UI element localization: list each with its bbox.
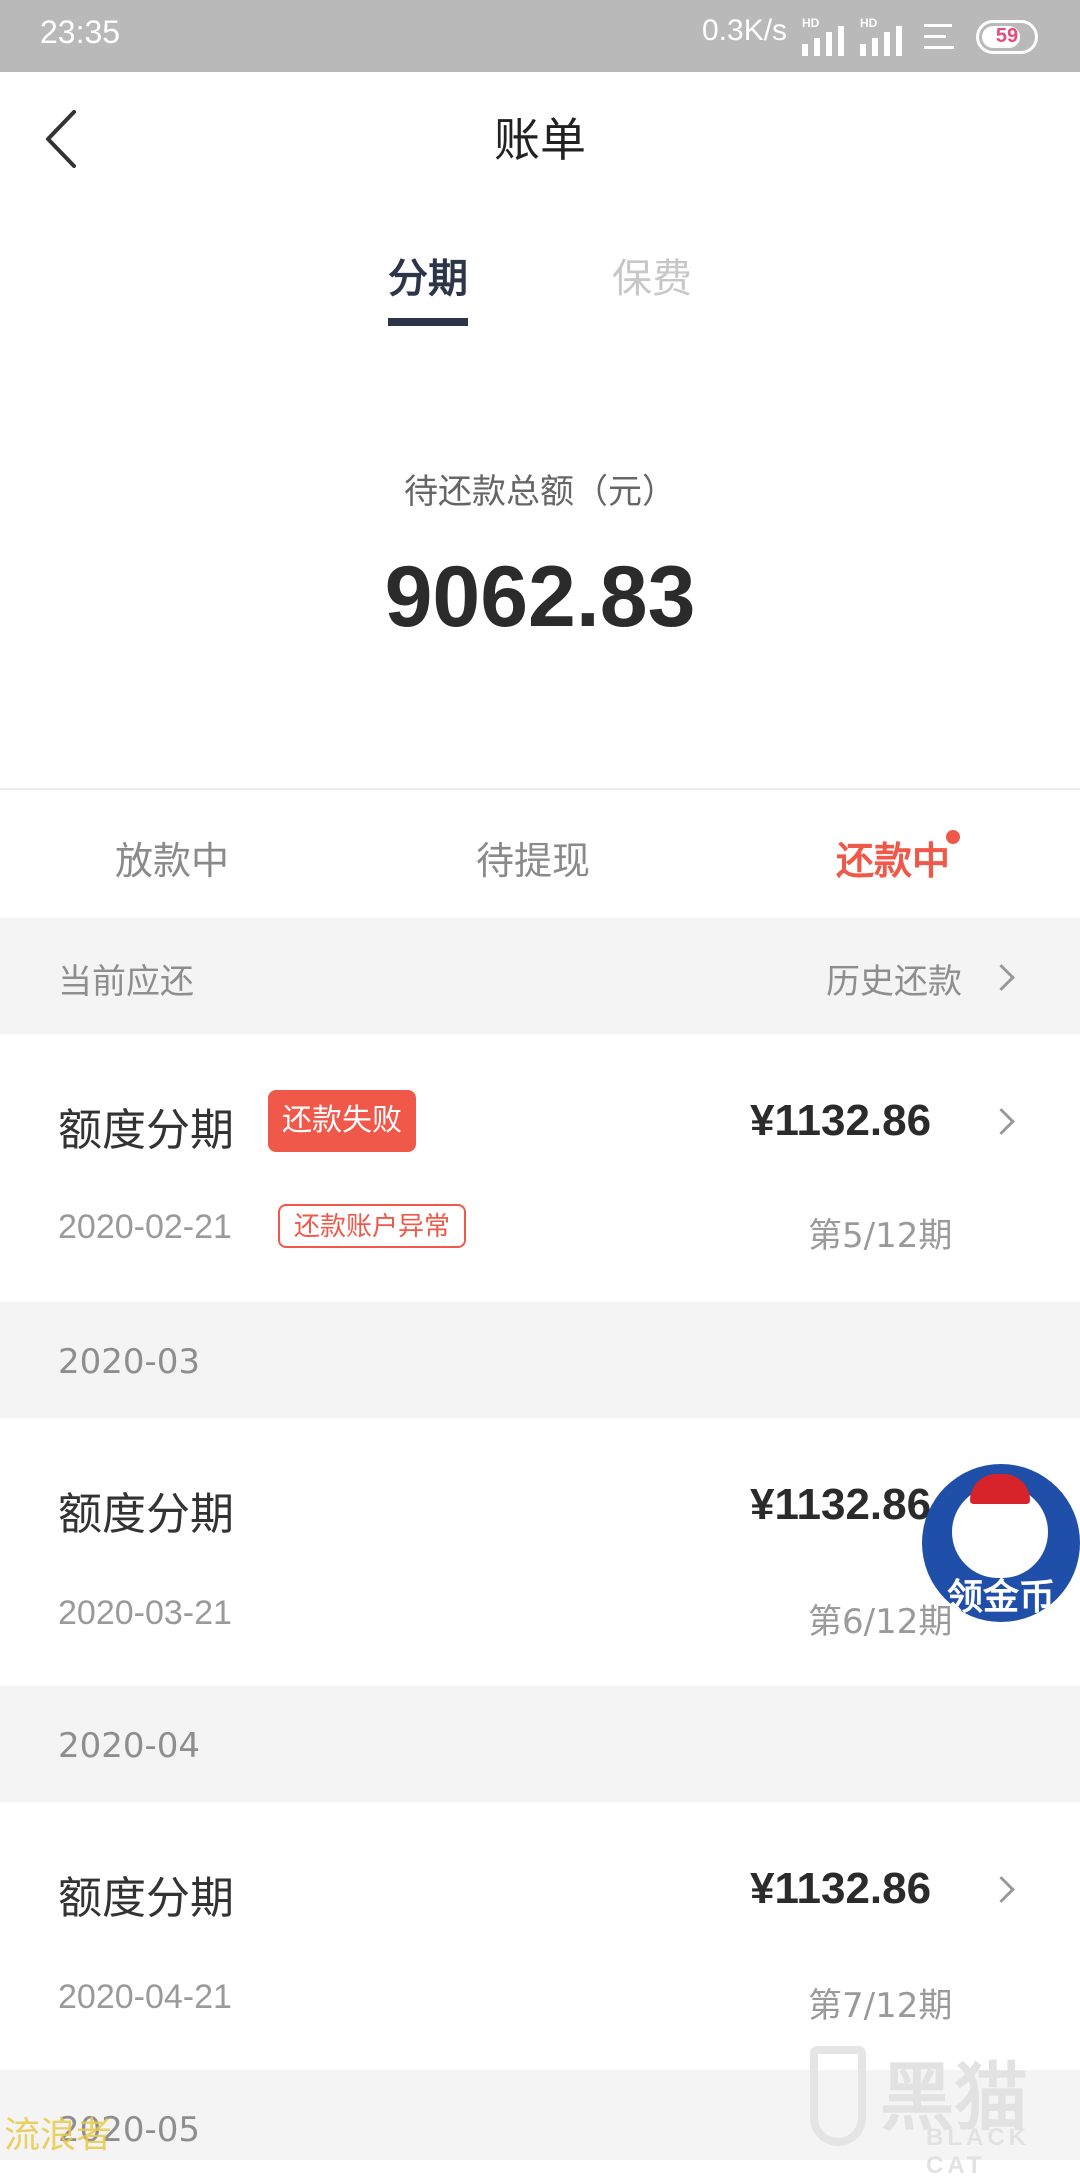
bill-row[interactable] (0, 1034, 1080, 1302)
get-coins-floating-button[interactable]: 领金币 (922, 1464, 1080, 1622)
tab-installment[interactable]: 分期 (388, 246, 468, 304)
month-label: 2020-03 (58, 1342, 201, 1382)
divider (0, 788, 1080, 790)
status-tab-repaying[interactable]: 还款中 (836, 830, 950, 885)
bill-period: 第5/12期 (808, 1216, 953, 1256)
get-coins-label: 领金币 (946, 1577, 1055, 1618)
bill-amount: ¥1132.86 (750, 1096, 932, 1145)
history-repayment-link[interactable]: 历史还款 (826, 954, 962, 1003)
bill-amount: ¥1132.86 (750, 1480, 932, 1529)
notification-menu-icon (924, 22, 958, 52)
bill-row[interactable] (0, 1418, 1080, 1686)
watermark-text: 流浪者 (4, 2115, 113, 2156)
repayment-failed-badge: 还款失败 (268, 1090, 416, 1152)
network-speed: 0.3K/s (702, 14, 788, 47)
status-tab-lending[interactable]: 放款中 (115, 830, 229, 885)
battery-level: 59 (995, 25, 1019, 47)
month-label: 2020-04 (58, 1726, 201, 1766)
bill-amount: ¥1132.86 (750, 1864, 932, 1913)
tab-active-indicator (388, 318, 468, 326)
hd-label: HD (860, 16, 878, 30)
bill-title: 额度分期 (58, 1489, 234, 1540)
tab-premium[interactable]: 保费 (612, 246, 692, 304)
signal-icon: HD (860, 16, 920, 56)
bill-title: 额度分期 (58, 1105, 234, 1156)
new-dot-badge (946, 830, 960, 844)
hd-label: HD (802, 16, 820, 30)
bill-date: 2020-02-21 (58, 1208, 232, 1246)
watermark-brand-en: BLACK CAT (926, 2124, 1030, 2179)
bill-date: 2020-04-21 (58, 1978, 232, 2016)
account-abnormal-badge: 还款账户异常 (278, 1204, 467, 1248)
bill-row[interactable] (0, 1802, 1080, 2070)
signal-icon: HD (802, 16, 862, 56)
bill-title: 额度分期 (58, 1873, 234, 1924)
status-time: 23:35 (40, 14, 121, 50)
black-cat-logo-icon (810, 2046, 866, 2146)
total-due-label: 待还款总额（元） (404, 472, 676, 512)
bill-date: 2020-03-21 (58, 1594, 232, 1632)
page-title: 账单 (494, 113, 586, 167)
battery-icon: 59 (976, 20, 1038, 54)
total-due-amount: 9062.83 (384, 549, 696, 645)
current-due-label: 当前应还 (58, 962, 194, 1002)
status-bar: 23:35 0.3K/s HD HD 59 (0, 0, 1080, 72)
bill-period: 第7/12期 (808, 1986, 953, 2026)
hat-icon (970, 1474, 1030, 1504)
status-tab-pending-withdraw[interactable]: 待提现 (476, 830, 590, 885)
